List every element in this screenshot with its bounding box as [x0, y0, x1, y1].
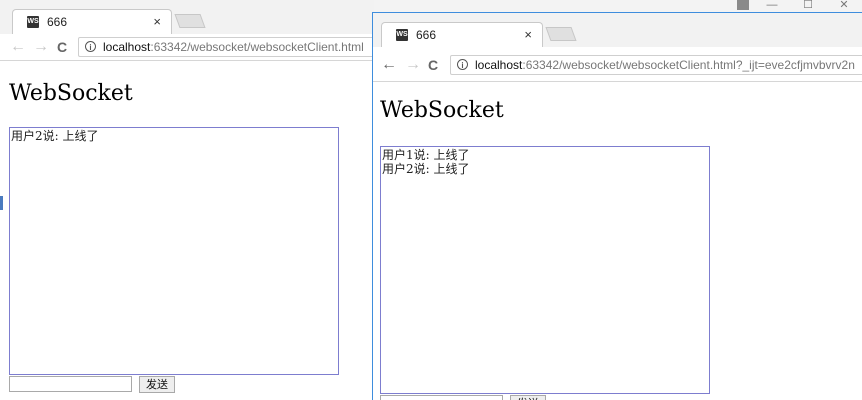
new-tab-button[interactable]: [174, 14, 206, 28]
tab-close-icon[interactable]: ×: [153, 14, 161, 29]
desktop-fragment: [0, 196, 3, 210]
forward-icon[interactable]: →: [405, 56, 421, 74]
page-content: WebSocket 用户2说: 上线了 发送: [0, 61, 374, 400]
user-icon[interactable]: [732, 0, 754, 12]
tab-666[interactable]: WS 666 ×: [12, 9, 172, 34]
reload-icon[interactable]: C: [57, 38, 67, 56]
browser-toolbar: ← → C i localhost:63342/websocket/websoc…: [373, 51, 862, 82]
message-input[interactable]: [9, 376, 132, 392]
address-bar[interactable]: i localhost:63342/websocket/websocketCli…: [78, 37, 374, 57]
webstorm-icon: WS: [396, 29, 408, 41]
tab-strip: WS 666 ×: [373, 13, 862, 47]
forward-icon[interactable]: →: [33, 38, 49, 56]
tab-strip: WS 666 ×: [0, 0, 374, 34]
back-icon[interactable]: ←: [381, 56, 397, 74]
message-line: 用户1说: 上线了: [382, 148, 470, 162]
send-button[interactable]: 发送: [139, 376, 175, 393]
tab-title: 666: [47, 15, 68, 29]
message-area: 用户1说: 上线了 用户2说: 上线了: [380, 146, 710, 394]
address-url: localhost:63342/websocket/websocketClien…: [103, 40, 364, 54]
address-bar[interactable]: i localhost:63342/websocket/websocketCli…: [450, 55, 862, 75]
send-button[interactable]: 发送: [510, 395, 546, 400]
page-title: WebSocket: [380, 98, 504, 123]
back-icon[interactable]: ←: [10, 38, 26, 56]
message-line: 用户2说: 上线了: [382, 162, 470, 176]
window-controls: — ☐ ✕: [732, 0, 862, 12]
minimize-button[interactable]: —: [754, 0, 790, 12]
webstorm-icon: WS: [27, 16, 39, 28]
page-content: WebSocket 用户1说: 上线了 用户2说: 上线了 发送: [373, 82, 862, 400]
maximize-button[interactable]: ☐: [790, 0, 826, 12]
message-area: 用户2说: 上线了: [9, 127, 339, 375]
page-title: WebSocket: [9, 81, 133, 106]
address-url: localhost:63342/websocket/websocketClien…: [475, 58, 855, 72]
browser-window-right: WS 666 × ← → C i localhost:63342/websock…: [372, 12, 862, 400]
browser-toolbar: ← → C i localhost:63342/websocket/websoc…: [0, 34, 374, 61]
tab-title: 666: [416, 28, 437, 42]
tab-666[interactable]: WS 666 ×: [381, 22, 543, 47]
close-button[interactable]: ✕: [826, 0, 862, 12]
reload-icon[interactable]: C: [428, 56, 438, 74]
new-tab-button[interactable]: [545, 27, 577, 41]
info-icon[interactable]: i: [85, 41, 96, 52]
info-icon[interactable]: i: [457, 59, 468, 70]
tab-close-icon[interactable]: ×: [524, 27, 532, 42]
message-line: 用户2说: 上线了: [11, 129, 99, 143]
message-input[interactable]: [380, 395, 503, 400]
browser-window-left: WS 666 × ← → C i localhost:63342/websock…: [0, 0, 374, 400]
